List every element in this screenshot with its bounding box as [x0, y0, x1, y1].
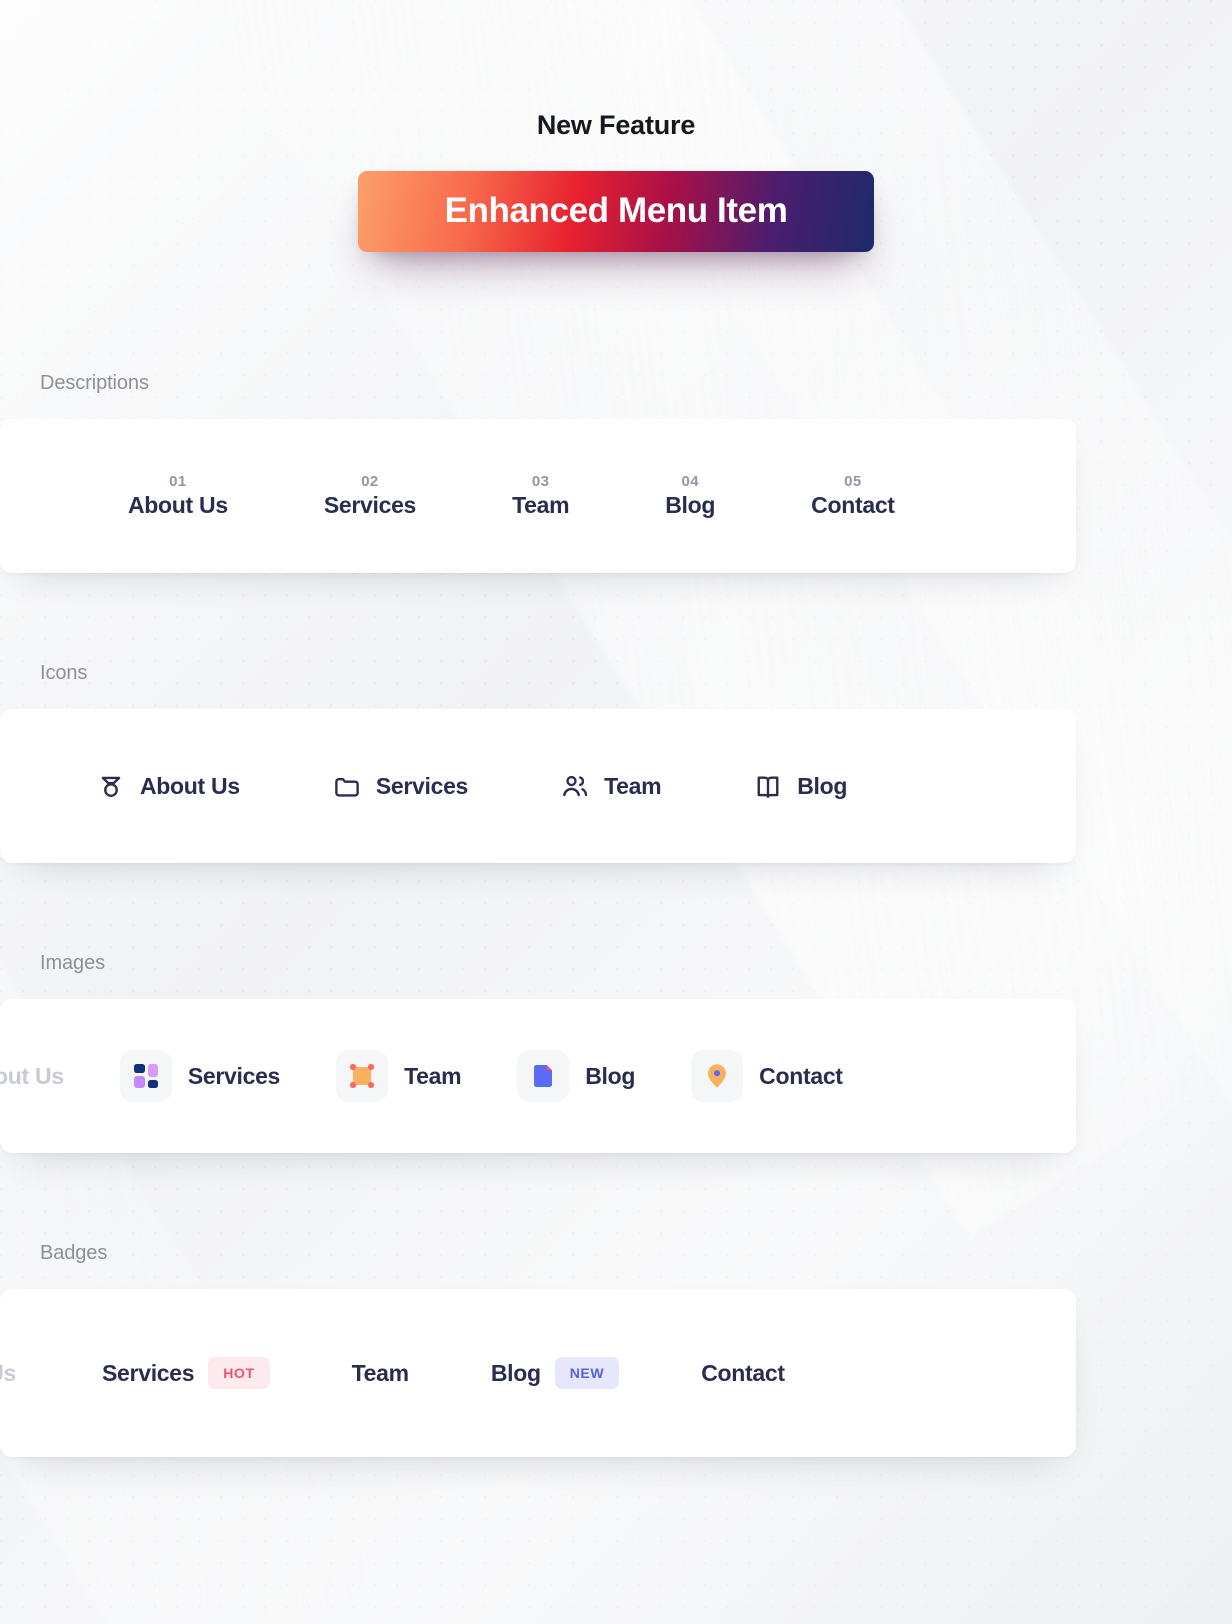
descriptions-card: 01 About Us 02 Services 03 Team 04 Blog … — [0, 419, 1076, 573]
menu-item-blog[interactable]: Blog — [517, 1050, 635, 1102]
menu-item-team[interactable]: Team — [352, 1360, 409, 1387]
menu-item-contact[interactable]: Contact — [701, 1360, 785, 1387]
menu-item-label: ut Us — [0, 1359, 17, 1386]
images-menu-row: About Us Services — [0, 999, 1076, 1153]
hero-section: New Feature Enhanced Menu Item — [0, 0, 1232, 252]
menu-item-number: 04 — [681, 473, 699, 490]
menu-item-services[interactable]: Services HOT — [102, 1357, 270, 1389]
menu-item-label: Blog — [665, 492, 716, 518]
menu-item-team[interactable]: 03 Team — [512, 473, 569, 519]
menu-item-team[interactable]: Team — [560, 771, 662, 801]
badges-card: ut Us Services HOT Team Blog NEW Contact — [0, 1289, 1076, 1457]
menu-item-label: About Us — [140, 772, 240, 799]
images-section: Images About Us Services — [0, 952, 1232, 1153]
menu-item-blog[interactable]: Blog — [753, 771, 847, 801]
menu-item-label: Contact — [759, 1062, 843, 1089]
icons-section: Icons About Us Services Team Blog — [0, 662, 1232, 863]
menu-item-contact[interactable]: Contact — [691, 1050, 843, 1102]
menu-item-label: Team — [512, 492, 570, 518]
menu-item-about-us[interactable]: 01 About Us — [128, 473, 228, 519]
menu-item-about-us[interactable]: About Us — [0, 1063, 64, 1090]
map-pin-thumb-icon — [691, 1050, 744, 1102]
folder-icon — [332, 771, 362, 801]
icons-menu-row: About Us Services Team Blog — [0, 709, 1076, 863]
menu-item-services[interactable]: Services — [119, 1050, 281, 1102]
users-icon — [560, 771, 590, 801]
descriptions-menu-row: 01 About Us 02 Services 03 Team 04 Blog … — [0, 419, 1076, 573]
menu-item-label: Blog — [797, 772, 848, 799]
menu-item-label: Blog — [490, 1359, 541, 1386]
enhanced-menu-item-button[interactable]: Enhanced Menu Item — [358, 171, 874, 252]
images-card: About Us Services — [0, 999, 1076, 1153]
menu-item-label: Services — [187, 1062, 281, 1089]
status-badge-new: NEW — [554, 1357, 620, 1389]
menu-item-label: Team — [351, 1359, 409, 1386]
transform-square-thumb-icon — [336, 1050, 389, 1102]
badges-section: Badges ut Us Services HOT Team Blog NEW — [0, 1242, 1232, 1457]
hero-eyebrow: New Feature — [536, 110, 696, 140]
menu-item-label: Services — [323, 492, 417, 518]
menu-item-number: 02 — [361, 473, 379, 490]
menu-item-number: 05 — [844, 473, 862, 490]
descriptions-section-label: Descriptions — [40, 372, 149, 394]
menu-item-label: Team — [404, 1062, 462, 1089]
menu-item-team[interactable]: Team — [336, 1050, 462, 1102]
document-thumb-icon — [517, 1050, 570, 1102]
icons-section-label: Icons — [40, 662, 88, 684]
menu-item-about-us[interactable]: ut Us — [0, 1360, 16, 1387]
menu-item-contact[interactable]: 05 Contact — [811, 473, 895, 519]
menu-item-blog[interactable]: Blog NEW — [490, 1357, 620, 1389]
gem-ring-icon — [96, 771, 126, 801]
menu-item-label: Services — [375, 772, 469, 799]
book-open-icon — [753, 771, 783, 801]
menu-item-label: About Us — [128, 492, 228, 518]
menu-item-services[interactable]: 02 Services — [323, 473, 417, 519]
icons-card: About Us Services Team Blog — [0, 709, 1076, 863]
images-section-label: Images — [40, 952, 105, 974]
badges-menu-row: ut Us Services HOT Team Blog NEW Contact — [0, 1289, 1076, 1457]
menu-item-label: Team — [604, 772, 662, 799]
menu-item-label: Contact — [701, 1359, 785, 1386]
menu-item-label: About Us — [0, 1062, 64, 1089]
grid-squares-thumb-icon — [119, 1050, 172, 1102]
page-root: New Feature Enhanced Menu Item Descripti… — [0, 0, 1232, 1624]
badges-section-label: Badges — [40, 1242, 108, 1264]
hero-pill-wrapper: Enhanced Menu Item — [0, 171, 1232, 252]
menu-item-label: Contact — [811, 492, 895, 518]
menu-item-number: 01 — [169, 473, 187, 490]
enhanced-menu-item-label: Enhanced Menu Item — [444, 191, 788, 230]
status-badge-hot: HOT — [208, 1357, 270, 1389]
menu-item-blog[interactable]: 04 Blog — [665, 473, 715, 519]
menu-item-label: Blog — [585, 1062, 636, 1089]
menu-item-about-us[interactable]: About Us — [96, 771, 240, 801]
menu-item-number: 03 — [531, 473, 550, 490]
menu-item-services[interactable]: Services — [332, 771, 468, 801]
menu-item-label: Services — [102, 1359, 195, 1386]
descriptions-section: Descriptions 01 About Us 02 Services 03 … — [0, 372, 1232, 573]
